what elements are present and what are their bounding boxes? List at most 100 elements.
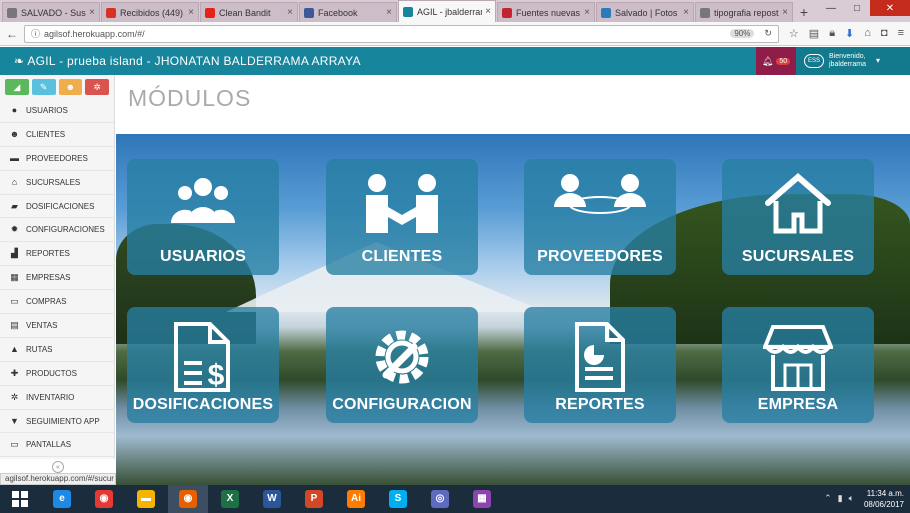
lock-icon[interactable]: 🔒︎ (829, 27, 835, 40)
sidebar-item-usuarios[interactable]: ● USUARIOS (0, 99, 114, 123)
tab-close-icon[interactable]: × (287, 7, 293, 18)
sidebar-item-compras[interactable]: ▭ COMPRAS (0, 290, 114, 315)
taskbar-app-illustrator[interactable]: Ai (336, 485, 376, 513)
users-icon (171, 178, 235, 223)
taskbar-app-excel[interactable]: X (210, 485, 250, 513)
sidebar-item-proveedores[interactable]: ▬ PROVEEDORES (0, 147, 114, 171)
maximize-button[interactable]: □ (844, 0, 870, 16)
chevron-up-icon[interactable]: ⌃ (824, 493, 832, 504)
browser-tab[interactable]: Facebook × (299, 2, 397, 22)
menu-icon[interactable]: ≡ (898, 27, 904, 40)
info-icon[interactable]: ⓘ (31, 27, 40, 40)
browser-tab[interactable]: Clean Bandit × (200, 2, 298, 22)
zoom-indicator[interactable]: 90% (730, 29, 755, 38)
taskbar-app-explorer[interactable]: ▬ (126, 485, 166, 513)
network-icon[interactable]: ▮ (838, 493, 843, 504)
illustrator-icon: Ai (347, 490, 365, 508)
module-card-clientes[interactable]: CLIENTES (326, 159, 478, 275)
sidebar-item-empresas[interactable]: ▦ EMPRESAS (0, 266, 114, 291)
pocket-icon[interactable]: ◘ (881, 27, 888, 40)
taskbar-app-powerpoint[interactable]: P (294, 485, 334, 513)
tab-close-icon[interactable]: × (782, 7, 788, 18)
module-card-usuarios[interactable]: USUARIOS (127, 159, 279, 275)
sidebar-collapse-icon[interactable]: « (52, 461, 64, 473)
user-icon: ● (11, 105, 18, 116)
bookmark-star-icon[interactable]: ☆ (789, 27, 799, 40)
main-content: MÓDULOS USUARIOS CLIENTES PROVEEDORES SU… (116, 75, 910, 485)
taskbar-app-word[interactable]: W (252, 485, 292, 513)
landscape-background: USUARIOS CLIENTES PROVEEDORES SUCURSALES… (116, 134, 910, 485)
module-card-sucursales[interactable]: SUCURSALES (722, 159, 874, 275)
tab-close-icon[interactable]: × (683, 7, 689, 18)
window-controls: — □ ✕ (818, 0, 910, 16)
users-icon[interactable]: ☻ (58, 79, 83, 95)
module-card-empresa[interactable]: EMPRESA (722, 307, 874, 423)
tab-close-icon[interactable]: × (584, 7, 590, 18)
filter-icon: ▼ (10, 416, 19, 427)
module-card-reportes[interactable]: REPORTES (524, 307, 676, 423)
taskbar-app-flag[interactable]: ▦ (462, 485, 502, 513)
sidebar-item-configuraciones[interactable]: ✹ CONFIGURACIONES (0, 218, 114, 243)
volume-icon[interactable]: 🔈︎ (849, 493, 854, 504)
taskbar-app-chrome[interactable]: ◉ (84, 485, 124, 513)
module-card-configuracion[interactable]: CONFIGURACION (326, 307, 478, 423)
start-button[interactable] (0, 485, 40, 513)
sidebar-item-inventario[interactable]: ✲ INVENTARIO (0, 386, 114, 410)
taskbar-app-media[interactable]: ◎ (420, 485, 460, 513)
sidebar-item-dosificaciones[interactable]: ▰ DOSIFICACIONES (0, 195, 114, 219)
tab-favicon-icon (7, 7, 17, 18)
brand[interactable]: ❧ AGIL - prueba island - JHONATAN BALDER… (14, 54, 756, 68)
close-window-button[interactable]: ✕ (870, 0, 910, 16)
url-text[interactable]: agilsof.herokuapp.com/#/ (44, 29, 730, 39)
browser-tab[interactable]: SALVADO - Sus × (2, 2, 100, 22)
back-icon[interactable]: ← (6, 27, 18, 41)
browser-tab[interactable]: Salvado | Fotos × (596, 2, 694, 22)
sidebar-item-label: PANTALLAS (26, 440, 72, 450)
sidebar-item-seguimiento-app[interactable]: ▼ SEGUIMIENTO APP (0, 410, 114, 434)
new-tab-button[interactable]: + (794, 2, 814, 22)
excel-icon: X (221, 490, 239, 508)
notifications-button[interactable]: 🔔︎ 50 (756, 47, 796, 75)
tab-close-icon[interactable]: × (89, 7, 95, 18)
tab-title: AGIL - jbalderrama (417, 6, 482, 17)
tab-close-icon[interactable]: × (386, 7, 392, 18)
minimize-button[interactable]: — (818, 0, 844, 16)
taskbar-app-firefox[interactable]: ◉ (168, 485, 208, 513)
taskbar-app-ie[interactable]: e (42, 485, 82, 513)
tab-favicon-icon (502, 7, 512, 18)
chart-icon[interactable]: ◢ (5, 79, 29, 95)
tab-close-icon[interactable]: × (485, 6, 491, 17)
sidebar-item-reportes[interactable]: ▟ REPORTES (0, 242, 114, 267)
sidebar-item-label: COMPRAS (26, 297, 67, 307)
sidebar-item-clientes[interactable]: ☻ CLIENTES (0, 123, 114, 147)
pencil-icon[interactable]: ✎ (31, 79, 56, 95)
browser-tab[interactable]: tipografia repost × (695, 2, 793, 22)
house-icon (765, 173, 831, 234)
reload-icon[interactable]: ↻ (764, 28, 772, 39)
home-icon: ⌂ (11, 177, 18, 188)
credit-card-icon: ▭ (10, 296, 19, 307)
reading-list-icon[interactable]: ▤ (809, 27, 819, 40)
cog-icon: ✹ (10, 224, 19, 235)
browser-tab[interactable]: AGIL - jbalderrama× (398, 0, 496, 22)
brand-title: AGIL - prueba island - JHONATAN BALDERRA… (27, 54, 361, 68)
download-icon[interactable]: ⬇ (845, 27, 854, 40)
browser-tab[interactable]: Recibidos (449) × (101, 2, 199, 22)
sidebar-item-ventas[interactable]: ▤ VENTAS (0, 314, 114, 338)
module-card-proveedores[interactable]: PROVEEDORES (524, 159, 676, 275)
browser-tab[interactable]: Fuentes nuevas × (497, 2, 595, 22)
sidebar-item-productos[interactable]: ✚ PRODUCTOS (0, 362, 114, 386)
tab-title: Facebook (318, 7, 358, 18)
sidebar-item-rutas[interactable]: ▲ RUTAS (0, 338, 114, 362)
sidebar-item-label: USUARIOS (26, 105, 68, 115)
user-menu[interactable]: ESS Bienvenido, jbalderrama ▾ (796, 47, 910, 75)
module-card-dosificaciones[interactable]: $ DOSIFICACIONES (127, 307, 279, 423)
cogs-icon[interactable]: ✲ (85, 79, 109, 95)
taskbar-app-skype[interactable]: S (378, 485, 418, 513)
sidebar-item-sucursales[interactable]: ⌂ SUCURSALES (0, 171, 114, 195)
home-icon[interactable]: ⌂ (864, 27, 871, 40)
sidebar-item-pantallas[interactable]: ▭ PANTALLAS (0, 433, 114, 458)
address-bar[interactable]: ⓘ agilsof.herokuapp.com/#/ 90% ↻ (24, 24, 779, 43)
tab-close-icon[interactable]: × (188, 7, 194, 18)
taskbar-clock[interactable]: 11:34 a.m. 08/06/2017 (864, 488, 904, 510)
